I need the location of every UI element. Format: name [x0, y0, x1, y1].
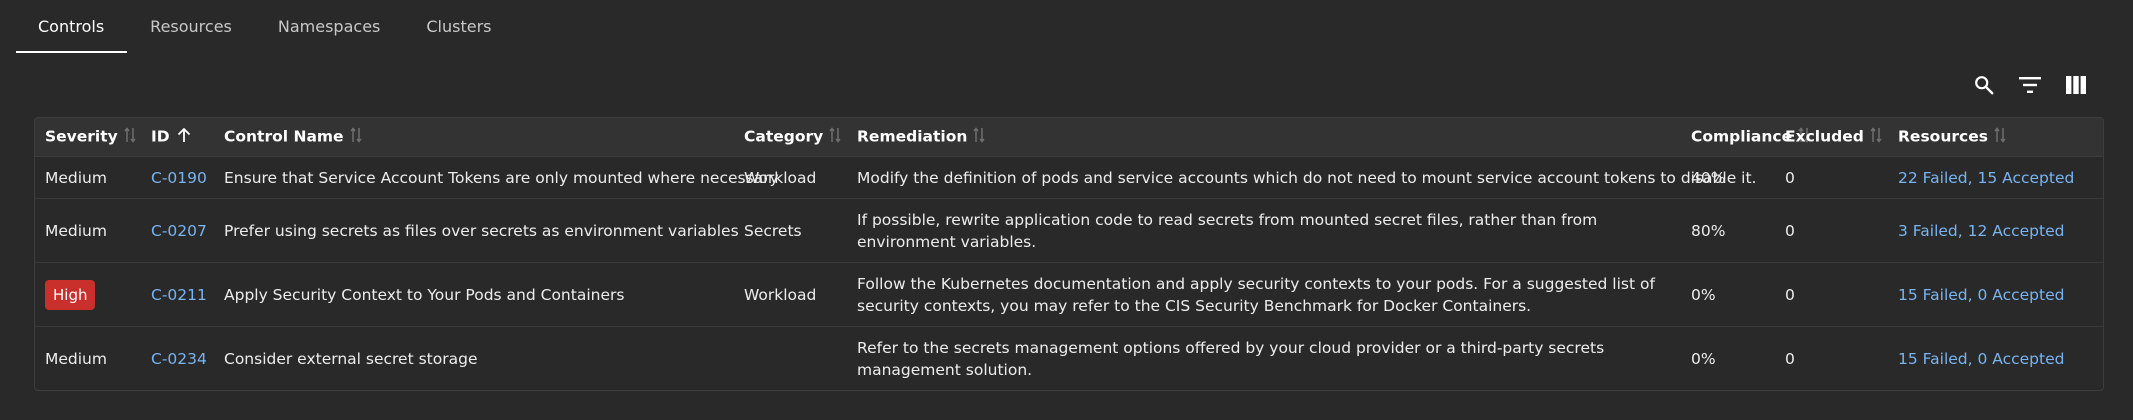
severity-high-badge: High	[45, 279, 96, 310]
table-row: Medium C-0207 Prefer using secrets as fi…	[35, 198, 2103, 263]
sort-unsorted-icon[interactable]	[829, 127, 841, 147]
column-header-id[interactable]: ID	[141, 118, 214, 157]
column-header-label: Excluded	[1785, 127, 1864, 146]
column-header-label: Remediation	[857, 127, 968, 146]
filter-icon	[2019, 77, 2041, 93]
severity-cell: Medium	[35, 198, 141, 263]
table-row: Medium C-0190 Ensure that Service Accoun…	[35, 156, 2103, 199]
id-cell: C-0234	[141, 327, 214, 391]
severity-cell: High	[35, 262, 141, 327]
category-cell: Workload	[734, 156, 847, 199]
id-cell: C-0207	[141, 198, 214, 263]
sort-ascending-icon[interactable]	[176, 127, 192, 147]
category-cell: Secrets	[734, 198, 847, 263]
severity-text: Medium	[45, 168, 107, 187]
column-header-control-name[interactable]: Control Name	[214, 118, 734, 157]
column-header-excluded[interactable]: Excluded	[1775, 118, 1888, 157]
columns-icon	[2066, 76, 2086, 94]
resources-link[interactable]: 22 Failed, 15 Accepted	[1898, 169, 2074, 187]
excluded-cell: 0	[1775, 198, 1888, 263]
compliance-cell: 80%	[1681, 198, 1775, 263]
table-toolbar	[1971, 70, 2089, 100]
sort-unsorted-icon[interactable]	[124, 127, 136, 147]
compliance-cell: 0%	[1681, 262, 1775, 327]
column-header-compliance[interactable]: Compliance	[1681, 118, 1810, 157]
table-row: Medium C-0234 Consider external secret s…	[35, 327, 2103, 391]
column-header-label: Compliance	[1691, 127, 1793, 146]
severity-text: Medium	[45, 221, 107, 240]
severity-text: Medium	[45, 349, 107, 368]
column-header-label: Category	[744, 127, 824, 146]
control-name-cell: Consider external secret storage	[224, 349, 478, 368]
column-header-resources[interactable]: Resources	[1888, 118, 2103, 157]
controls-table: Severity ID Control Name Category Remedi…	[34, 117, 2104, 391]
sort-unsorted-icon[interactable]	[973, 127, 985, 147]
search-button[interactable]	[1971, 72, 1997, 98]
column-header-remediation[interactable]: Remediation	[847, 118, 1681, 157]
remediation-cell: Refer to the secrets management options …	[857, 338, 1605, 379]
control-name-cell: Prefer using secrets as files over secre…	[214, 198, 739, 263]
resources-cell: 3 Failed, 12 Accepted	[1888, 198, 2103, 263]
severity-cell: Medium	[35, 327, 141, 391]
resources-cell: 15 Failed, 0 Accepted	[1888, 327, 2103, 391]
tab-resources[interactable]: Resources	[127, 0, 255, 53]
resources-link[interactable]: 3 Failed, 12 Accepted	[1898, 222, 2064, 240]
columns-button[interactable]	[2063, 72, 2089, 98]
table-row: High C-0211 Apply Security Context to Yo…	[35, 262, 2103, 327]
resources-cell: 15 Failed, 0 Accepted	[1888, 262, 2103, 327]
search-icon	[1975, 76, 1994, 95]
column-header-label: Control Name	[224, 127, 344, 146]
id-cell: C-0190	[141, 156, 214, 199]
column-header-label: ID	[151, 127, 170, 146]
control-id-link[interactable]: C-0207	[151, 222, 207, 240]
control-id-link[interactable]: C-0190	[151, 169, 207, 187]
excluded-cell: 0	[1775, 262, 1888, 327]
category-cell: Workload	[734, 262, 847, 327]
tab-bar: Controls Resources Namespaces Clusters	[16, 0, 515, 53]
table-header-row: Severity ID Control Name Category Remedi…	[35, 118, 2103, 157]
excluded-cell: 0	[1785, 349, 1795, 368]
column-header-category[interactable]: Category	[734, 118, 847, 157]
tab-clusters[interactable]: Clusters	[403, 0, 514, 53]
control-id-link[interactable]: C-0234	[151, 350, 207, 368]
column-header-severity[interactable]: Severity	[35, 118, 141, 157]
excluded-cell: 0	[1775, 156, 1888, 199]
control-name-cell: Apply Security Context to Your Pods and …	[214, 262, 734, 327]
filter-button[interactable]	[2017, 72, 2043, 98]
control-id-link[interactable]: C-0211	[151, 286, 207, 304]
column-header-label: Severity	[45, 127, 118, 146]
remediation-cell: If possible, rewrite application code to…	[847, 198, 1681, 263]
column-header-label: Resources	[1898, 127, 1988, 146]
id-cell: C-0211	[141, 262, 214, 327]
remediation-cell: Follow the Kubernetes documentation and …	[847, 262, 1681, 327]
compliance-cell: 0%	[1691, 349, 1716, 368]
page: Controls Resources Namespaces Clusters S…	[0, 0, 2133, 420]
tab-namespaces[interactable]: Namespaces	[255, 0, 403, 53]
resources-link[interactable]: 15 Failed, 0 Accepted	[1898, 286, 2064, 304]
category-cell	[734, 327, 847, 391]
resources-link[interactable]: 15 Failed, 0 Accepted	[1898, 350, 2064, 368]
control-name-cell: Ensure that Service Account Tokens are o…	[214, 156, 779, 199]
sort-unsorted-icon[interactable]	[1870, 127, 1882, 147]
severity-cell: Medium	[35, 156, 141, 199]
sort-unsorted-icon[interactable]	[1994, 127, 2006, 147]
remediation-cell: Modify the definition of pods and servic…	[847, 156, 1756, 199]
tab-controls[interactable]: Controls	[16, 0, 128, 53]
sort-unsorted-icon[interactable]	[349, 127, 362, 147]
resources-cell: 22 Failed, 15 Accepted	[1888, 156, 2103, 199]
